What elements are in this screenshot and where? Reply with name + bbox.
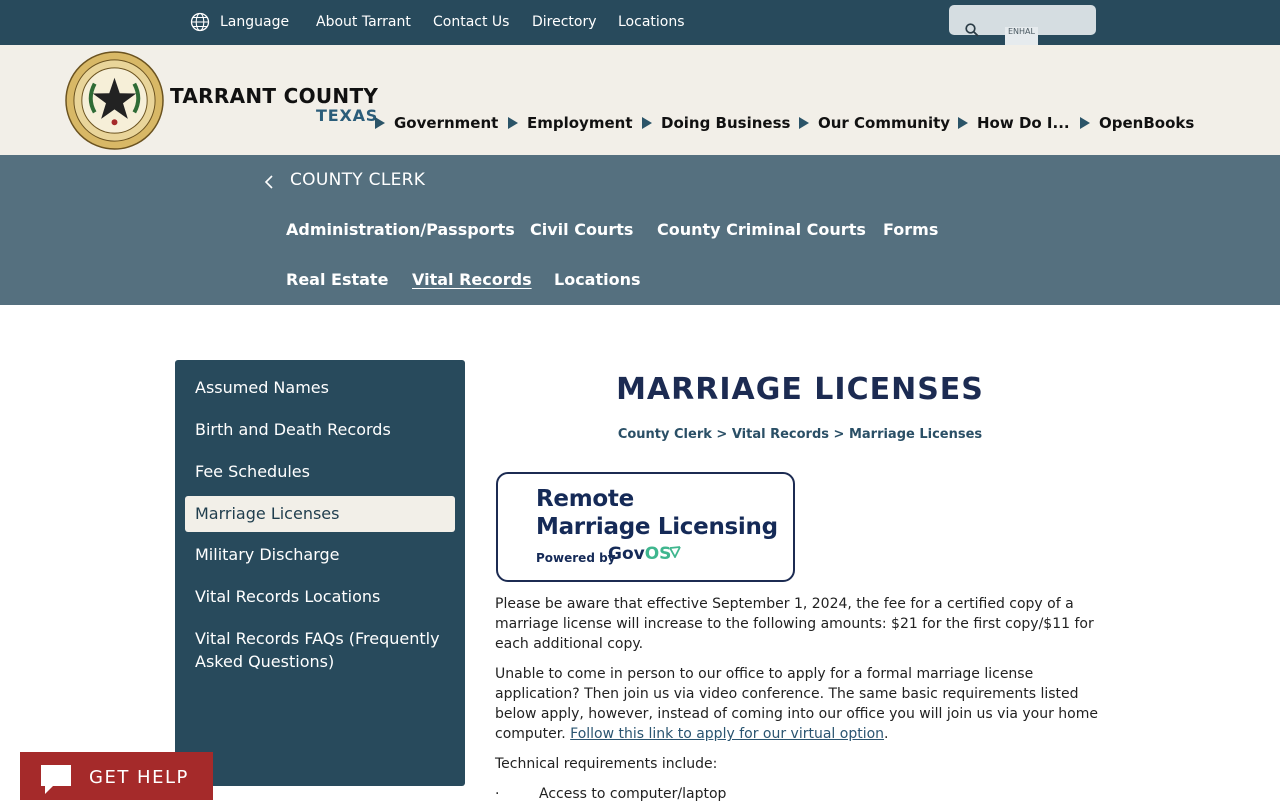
topbar-link-about[interactable]: About Tarrant xyxy=(316,0,411,45)
subnav-civil-courts[interactable]: Civil Courts xyxy=(530,220,633,239)
topbar-link-locations[interactable]: Locations xyxy=(618,0,685,45)
banner-line2: Marriage Licensing xyxy=(536,514,778,540)
department-band: COUNTY CLERK Administration/Passports Ci… xyxy=(0,155,1280,305)
banner-powered-by: Powered by xyxy=(536,551,616,565)
search-icon[interactable] xyxy=(965,23,979,37)
topbar-link-directory[interactable]: Directory xyxy=(532,0,597,45)
sidebar-item-military-discharge[interactable]: Military Discharge xyxy=(185,543,455,566)
sidebar-item-marriage-licenses[interactable]: Marriage Licenses xyxy=(185,496,455,532)
subnav-real-estate[interactable]: Real Estate xyxy=(286,270,388,289)
triangle-right-icon xyxy=(958,117,968,129)
get-help-label: GET HELP xyxy=(89,767,189,788)
site-header: TARRANT COUNTY TEXAS Government Employme… xyxy=(0,45,1280,155)
sidebar-item-assumed-names[interactable]: Assumed Names xyxy=(185,376,455,399)
bullet-marker: · xyxy=(495,786,500,802)
virtual-option-paragraph: Unable to come in person to our office t… xyxy=(495,666,1098,742)
list-item: · Access to computer/laptop xyxy=(495,786,727,802)
mainnav-government[interactable]: Government xyxy=(375,114,498,134)
language-button[interactable]: Language xyxy=(220,0,289,45)
virtual-option-link[interactable]: Follow this link to apply for our virtua… xyxy=(570,726,884,742)
subnav-county-criminal-courts[interactable]: County Criminal Courts xyxy=(657,220,866,239)
mainnav-employment[interactable]: Employment xyxy=(508,114,633,134)
breadcrumb: County Clerk > Vital Records > Marriage … xyxy=(617,427,983,442)
govos-logo: GovOS xyxy=(608,544,672,564)
sidebar-item-fee-schedules[interactable]: Fee Schedules xyxy=(185,460,455,483)
subnav-forms[interactable]: Forms xyxy=(883,220,938,239)
county-seal-logo[interactable] xyxy=(65,51,164,150)
triangle-right-icon xyxy=(508,117,518,129)
department-title[interactable]: COUNTY CLERK xyxy=(290,170,425,190)
globe-icon[interactable] xyxy=(190,12,210,32)
triangle-right-icon xyxy=(642,117,652,129)
fee-notice-paragraph: Please be aware that effective September… xyxy=(495,596,1094,652)
mainnav-openbooks[interactable]: OpenBooks xyxy=(1080,114,1194,134)
topbar-link-contact[interactable]: Contact Us xyxy=(433,0,509,45)
triangle-right-icon xyxy=(1080,117,1090,129)
brand-state: TEXAS xyxy=(316,106,379,125)
subnav-locations[interactable]: Locations xyxy=(554,270,641,289)
mainnav-our-community[interactable]: Our Community xyxy=(799,114,950,134)
govos-check-icon xyxy=(669,546,681,558)
sidebar-nav: Assumed Names Birth and Death Records Fe… xyxy=(175,360,465,786)
mainnav-how-do-i[interactable]: How Do I... xyxy=(958,114,1070,134)
top-utility-bar: Language About Tarrant Contact Us Direct… xyxy=(0,0,1280,50)
triangle-right-icon xyxy=(375,117,385,129)
sidebar-item-vital-records-locations[interactable]: Vital Records Locations xyxy=(185,585,455,608)
triangle-right-icon xyxy=(799,117,809,129)
chevron-left-icon[interactable] xyxy=(263,174,275,190)
banner-line1: Remote xyxy=(536,486,634,512)
subnav-vital-records[interactable]: Vital Records xyxy=(412,270,532,289)
remote-marriage-licensing-banner[interactable]: Remote Marriage Licensing Powered by Gov… xyxy=(496,472,795,582)
technical-requirements-label: Technical requirements include: xyxy=(495,756,718,772)
search-input[interactable]: ENHAL xyxy=(949,5,1096,50)
sidebar-item-vital-records-faqs[interactable]: Vital Records FAQs (Frequently Asked Que… xyxy=(185,627,455,673)
sidebar-item-birth-death-records[interactable]: Birth and Death Records xyxy=(185,418,455,441)
get-help-button[interactable]: GET HELP xyxy=(20,752,213,800)
mainnav-doing-business[interactable]: Doing Business xyxy=(642,114,790,134)
brand-name: TARRANT COUNTY xyxy=(170,84,379,108)
chat-bubble-icon xyxy=(41,765,71,794)
page-title: MARRIAGE LICENSES xyxy=(616,372,984,407)
subnav-administration-passports[interactable]: Administration/Passports xyxy=(286,220,515,239)
